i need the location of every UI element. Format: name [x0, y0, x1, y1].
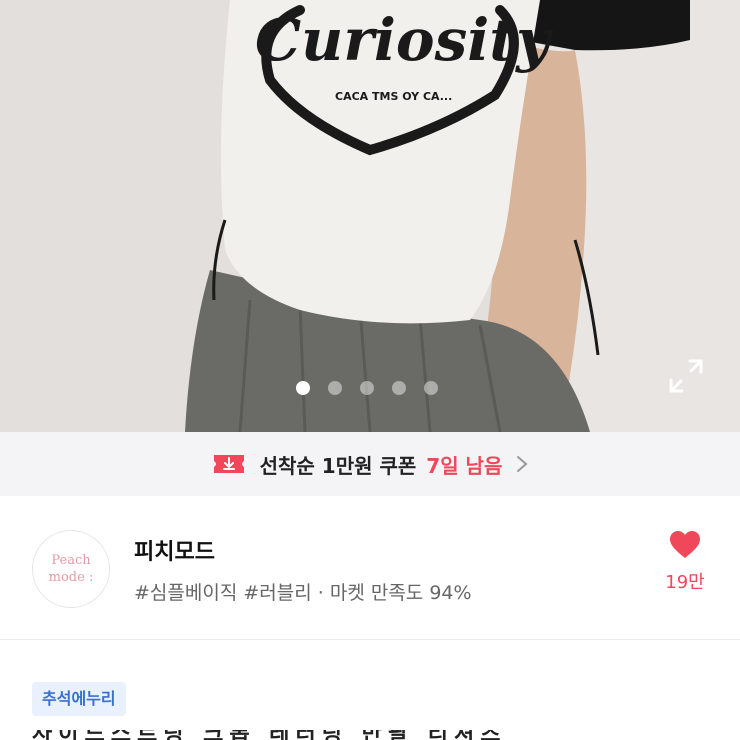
product-title-preview: 사이드스트링 크롭 레터링 반팔 티셔츠	[32, 730, 732, 740]
event-tag-badge: 추석에누리	[32, 682, 126, 716]
carousel-dot[interactable]	[360, 381, 374, 395]
coupon-text: 선착순 1만원 쿠폰	[259, 453, 417, 478]
product-image[interactable]: Curiosity CACA TMS OY CA...	[0, 0, 740, 432]
coupon-days-left: 7일 남음	[426, 453, 503, 478]
shop-logo[interactable]: Peach mode :	[32, 530, 110, 608]
like-button[interactable]: 19만	[662, 530, 708, 602]
expand-icon[interactable]	[668, 358, 704, 394]
coupon-download-icon	[213, 455, 244, 473]
heart-icon	[670, 531, 700, 558]
like-count: 19만	[665, 572, 705, 593]
carousel-dot[interactable]	[328, 381, 342, 395]
shop-tags-satisfaction: #심플베이직 #러블리 · 마켓 만족도 94%	[134, 582, 472, 604]
shop-logo-line2: mode :	[48, 570, 94, 585]
carousel-dot-active[interactable]	[296, 381, 310, 395]
carousel-dot[interactable]	[392, 381, 406, 395]
shirt-script-text: Curiosity	[255, 6, 554, 74]
carousel-indicator[interactable]	[296, 381, 438, 395]
chevron-right-icon	[517, 456, 528, 472]
coupon-banner[interactable]: 선착순 1만원 쿠폰 7일 남음	[0, 432, 740, 496]
shirt-small-text: CACA TMS OY CA...	[335, 90, 452, 103]
carousel-dot[interactable]	[424, 381, 438, 395]
product-photo: Curiosity CACA TMS OY CA...	[0, 0, 740, 432]
shop-logo-line1: Peach	[51, 553, 91, 568]
product-title-text: 사이드스트링 크롭 레터링 반팔 티셔츠	[32, 730, 732, 740]
shop-info: Peach mode : 피치모드 #심플베이직 #러블리 · 마켓 만족도 9…	[0, 496, 740, 640]
shop-name[interactable]: 피치모드	[134, 534, 215, 566]
